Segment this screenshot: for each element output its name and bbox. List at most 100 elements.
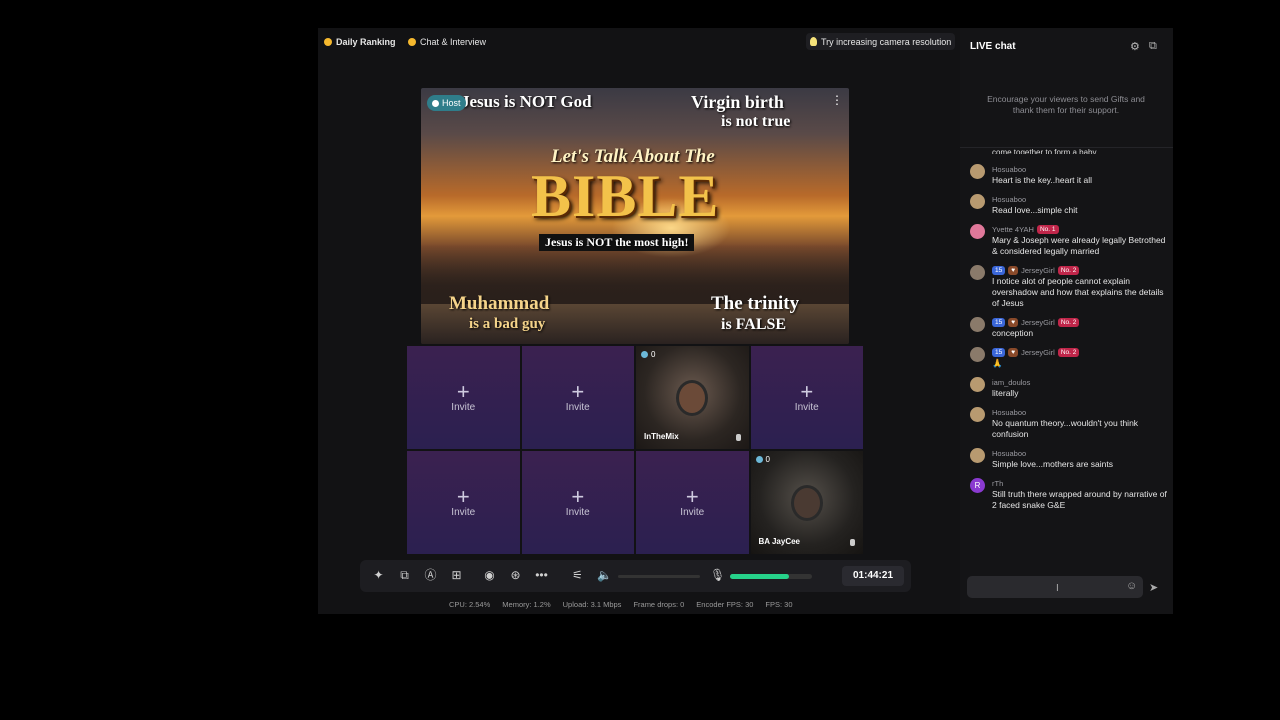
emoji-icon[interactable]: ☺ [1126, 580, 1137, 592]
live-chat-panel: LIVE chat ⚙ ⧉ Encourage your viewers to … [960, 28, 1173, 614]
invite-slot-4[interactable]: + Invite [407, 451, 520, 554]
chat-username-row: 15 ♥ JerseyGirl No. 2 [992, 317, 1168, 327]
coin-icon [641, 351, 648, 358]
avatar[interactable]: R [970, 478, 985, 493]
overlay-trinity: The trinity [711, 293, 800, 314]
avatar[interactable] [970, 347, 985, 362]
invite-label: Invite [565, 507, 590, 518]
overlay-muhammad: Muhammad [449, 293, 550, 314]
record-icon[interactable]: ◉ [483, 569, 496, 582]
chat-username[interactable]: rTh [992, 479, 1003, 488]
chat-message: RrTh Still truth there wrapped around by … [968, 478, 1168, 511]
chat-username[interactable]: iam_doulos [992, 378, 1030, 387]
gear-icon[interactable]: ⚙ [1130, 40, 1140, 53]
gift-encourage-text: Encourage your viewers to send Gifts and… [987, 94, 1145, 115]
volume-slider[interactable] [618, 575, 700, 578]
text-cursor-icon: I [1056, 583, 1059, 594]
avatar[interactable] [970, 407, 985, 422]
guest-name: BA JayCee [758, 537, 801, 546]
chat-username[interactable]: JerseyGirl [1021, 348, 1055, 357]
chat-message: Yvette 4YAH No. 1 Mary & Joseph were alrea… [968, 224, 1168, 257]
avatar[interactable] [970, 224, 985, 239]
trophy-icon [324, 37, 332, 46]
send-icon[interactable]: ➤ [1149, 581, 1158, 594]
viewer-count-badge: 0 [755, 455, 770, 464]
chat-username[interactable]: Hosuaboo [992, 449, 1026, 458]
chat-username[interactable]: Hosuaboo [992, 195, 1026, 204]
layout-icon[interactable]: ⧉ [398, 569, 411, 582]
add-screen-icon[interactable]: ⊞ [450, 569, 463, 582]
invite-slot-3[interactable]: + Invite [750, 346, 863, 449]
plus-icon: + [685, 484, 699, 509]
chat-username[interactable]: Yvette 4YAH [992, 225, 1034, 234]
invite-slot-5[interactable]: + Invite [521, 451, 634, 554]
mic-icon[interactable] [850, 539, 855, 546]
avatar[interactable] [970, 194, 985, 209]
chat-username[interactable]: JerseyGirl [1021, 266, 1055, 275]
coin-icon [755, 456, 763, 463]
chat-username-row: Hosuaboo [992, 448, 1168, 458]
avatar[interactable] [970, 448, 985, 463]
overlay-is-false: is FALSE [721, 316, 787, 333]
overlay-virgin-birth: Virgin birth [691, 92, 784, 112]
avatar[interactable] [970, 317, 985, 332]
host-badge-label: Host [442, 98, 461, 108]
chat-input[interactable] [967, 576, 1143, 598]
level-badge: 15 [992, 317, 1006, 327]
live-stage: Jesus is NOT God Virgin birth is not tru… [407, 86, 863, 554]
more-icon[interactable]: ••• [535, 569, 548, 582]
plus-icon: + [456, 484, 470, 509]
lightbulb-icon [810, 37, 817, 46]
heart-icon: ♥ [1008, 347, 1019, 357]
viewer-count-badge: 0 [641, 350, 655, 359]
avatar[interactable] [970, 265, 985, 280]
mic-icon[interactable] [735, 434, 741, 441]
mic-level-fill [730, 574, 790, 579]
guest-video-inthemix[interactable]: 0 InTheMix [636, 346, 749, 449]
avatar[interactable] [970, 164, 985, 179]
chat-message: 15 ♥ JerseyGirl No. 2 🙏 [968, 347, 1168, 369]
daily-ranking-button[interactable]: Daily Ranking [320, 33, 400, 50]
invite-label: Invite [680, 507, 705, 518]
chat-username-row: Hosuaboo [992, 407, 1168, 417]
chat-username-row: Yvette 4YAH No. 1 [992, 224, 1168, 234]
chat-interview-button[interactable]: Chat & Interview [404, 33, 490, 50]
chat-message: 15 ♥ JerseyGirl No. 2I notice alot of peopl… [968, 265, 1168, 309]
settings-sliders-icon[interactable]: ⚟ [571, 569, 584, 582]
level-badge: 15 [992, 265, 1006, 275]
guest-video-ba-jaycee[interactable]: 0 BA JayCee [750, 451, 863, 554]
host-video[interactable]: Jesus is NOT God Virgin birth is not tru… [421, 88, 849, 344]
stat-fps: FPS: 30 [765, 600, 793, 609]
avatar[interactable] [970, 377, 985, 392]
person-icon [432, 99, 439, 107]
invite-slot-1[interactable]: + Invite [407, 346, 520, 449]
effects-icon[interactable]: ⊛ [509, 569, 522, 582]
chat-username[interactable]: Hosuaboo [992, 408, 1026, 417]
chat-message-text: literally [992, 388, 1019, 398]
chat-message: Hosuaboo Simple love...mothers are saints [968, 448, 1168, 470]
invite-slot-6[interactable]: + Invite [636, 451, 749, 554]
live-timer: 01:44:21 [842, 566, 904, 586]
chat-message: Hosuaboo Heart is the key..heart it all [968, 164, 1168, 186]
chat-username-row: Hosuaboo [992, 194, 1168, 204]
microphone-icon[interactable]: 🎙 [710, 569, 725, 582]
chat-username-row: 15 ♥ JerseyGirl No. 2 [992, 265, 1168, 275]
chat-message-text: I notice alot of people cannot explain o… [992, 276, 1164, 308]
guest-name: InTheMix [644, 432, 679, 441]
ai-icon[interactable]: Ⓐ [424, 569, 437, 582]
viewer-count: 0 [651, 350, 656, 359]
speaker-icon[interactable]: 🔈 [597, 569, 612, 582]
chat-username[interactable]: JerseyGirl [1021, 318, 1055, 327]
chat-message-text: Heart is the key..heart it all [992, 175, 1092, 185]
chat-username-row: Hosuaboo [992, 164, 1168, 174]
invite-label: Invite [565, 402, 590, 413]
invite-slot-2[interactable]: + Invite [521, 346, 634, 449]
chat-message: 15 ♥ JerseyGirl No. 2 conception [968, 317, 1168, 339]
camera-tip[interactable]: Try increasing camera resolution [806, 33, 956, 50]
chat-message: Hosuaboo Read love...simple chit [968, 194, 1168, 216]
more-options-icon[interactable]: ⋮ [831, 94, 843, 106]
magic-wand-icon[interactable]: ✦ [372, 569, 385, 582]
rank-badge: No. 2 [1057, 317, 1080, 327]
popout-icon[interactable]: ⧉ [1149, 40, 1157, 53]
chat-username[interactable]: Hosuaboo [992, 165, 1026, 174]
